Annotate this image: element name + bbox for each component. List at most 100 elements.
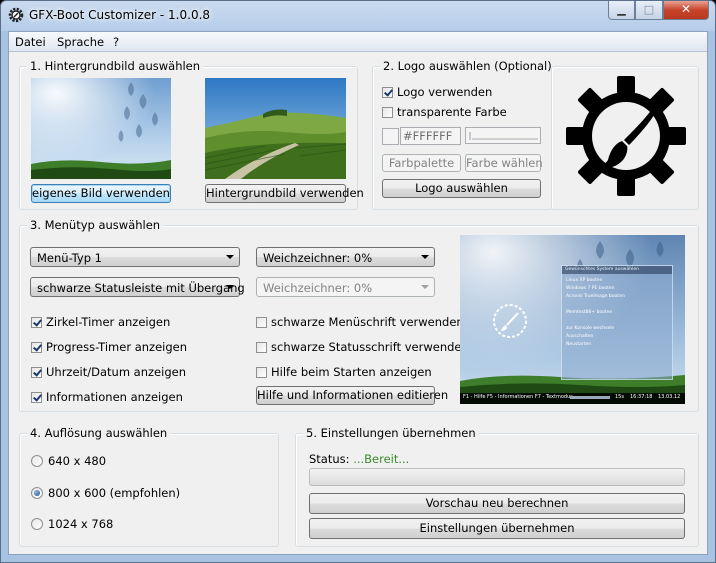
preview-status-help: F1 - Hilfe F5 - Informationen F7 - Textm…: [463, 394, 573, 400]
minimize-button[interactable]: ▁: [608, 1, 635, 20]
logo-group: 2. Logo auswählen (Optional) Logo verwen…: [372, 59, 555, 210]
menu-sprache[interactable]: Sprache: [57, 35, 104, 49]
pick-color-button[interactable]: Farbe wählen: [465, 154, 543, 172]
close-button[interactable]: ✕: [663, 1, 709, 20]
progress-timer-check-box: [31, 341, 42, 353]
status-value: ...Bereit...: [353, 452, 410, 466]
resolution-640-radio[interactable]: 640 x 480: [31, 454, 106, 468]
app-gear-icon: [8, 7, 24, 23]
chevron-down-icon: [421, 285, 429, 289]
blur-select-1[interactable]: Weichzeichner: 0%: [256, 247, 435, 267]
preview-status-time: 16:37:18: [630, 394, 653, 400]
black-status-font-checkbox[interactable]: schwarze Statusschrift verwenden: [256, 340, 469, 354]
use-logo-label: Logo verwenden: [397, 85, 493, 99]
preview-menu-item: Neustarten: [566, 342, 592, 347]
resolution-640-radio-dot: [31, 455, 43, 467]
menu-datei[interactable]: Datei: [15, 35, 46, 49]
preview-menu-item: zur Konsole wechseln: [566, 326, 615, 331]
circle-timer-label: Zirkel-Timer anzeigen: [46, 315, 171, 329]
resolution-group: 4. Auflösung auswählen 640 x 480 800 x 6…: [19, 426, 279, 547]
apply-settings-button[interactable]: Einstellungen übernehmen: [309, 518, 685, 539]
transparency-slider[interactable]: [465, 127, 541, 144]
resolution-group-title: 4. Auflösung auswählen: [27, 426, 171, 440]
progress-timer-label: Progress-Timer anzeigen: [46, 340, 188, 354]
maximize-icon: □: [643, 3, 655, 16]
main-window: GFX-Boot Customizer - 1.0.0.8 ▁ □ ✕ Date…: [0, 0, 716, 563]
client-area: Datei Sprache ? 1. Hintergrundbild auswä…: [8, 31, 708, 555]
black-menu-font-check-box: [256, 316, 267, 328]
resolution-1024-radio[interactable]: 1024 x 768: [31, 517, 113, 531]
preview-status-date: 13.03.12: [658, 394, 681, 400]
show-info-checkbox[interactable]: Informationen anzeigen: [31, 390, 183, 404]
show-info-check-box: [31, 391, 42, 403]
chevron-down-icon: [226, 255, 234, 259]
background-image-button[interactable]: Hintergrundbild verwenden: [205, 184, 364, 203]
blur-2-value: Weichzeichner: 0%: [263, 281, 373, 295]
window-title: GFX-Boot Customizer - 1.0.0.8: [29, 8, 211, 22]
black-status-font-check-box: [256, 341, 267, 353]
apply-group-title: 5. Einstellungen übernehmen: [303, 426, 479, 440]
use-logo-checkbox[interactable]: Logo verwenden: [382, 85, 492, 99]
menu-type-value: Menü-Typ 1: [37, 251, 102, 265]
logo-group-title: 2. Logo auswählen (Optional): [380, 59, 555, 73]
circle-timer-checkbox[interactable]: Zirkel-Timer anzeigen: [31, 315, 170, 329]
preview-menu-item: Ausschalten: [566, 334, 594, 339]
preview-menu-item: Windows 7 PE booten: [566, 286, 615, 291]
logo-preview-icon: [566, 76, 686, 196]
recalculate-preview-button[interactable]: Vorschau neu berechnen: [309, 493, 685, 514]
circle-timer-check-box: [31, 316, 42, 328]
own-image-button[interactable]: eigenes Bild verwenden: [31, 184, 171, 203]
palette-button[interactable]: Farbpalette: [382, 154, 461, 172]
menu-help[interactable]: ?: [113, 35, 119, 49]
title-bar[interactable]: GFX-Boot Customizer - 1.0.0.8 ▁ □ ✕: [1, 1, 715, 31]
use-logo-check-box: [382, 86, 393, 98]
minimize-icon: ▁: [617, 3, 626, 16]
progress-timer-checkbox[interactable]: Progress-Timer anzeigen: [31, 340, 187, 354]
resolution-800-label: 800 x 600 (empfohlen): [48, 486, 181, 500]
help-on-start-checkbox[interactable]: Hilfe beim Starten anzeigen: [256, 365, 432, 379]
boot-menu-preview: Gewünschtes System auswählen Linux XP bo…: [460, 235, 685, 404]
preview-menu-item: [566, 301, 668, 309]
preview-menu-item: [566, 317, 668, 325]
select-logo-button[interactable]: Logo auswählen: [382, 179, 541, 198]
preview-menu-item: Acronis TrueImage booten: [566, 294, 625, 299]
black-menu-font-checkbox[interactable]: schwarze Menüschrift verwenden: [256, 315, 464, 329]
clock-date-label: Uhrzeit/Datum anzeigen: [46, 365, 186, 379]
resolution-800-radio[interactable]: 800 x 600 (empfohlen): [31, 486, 180, 500]
menu-type-select[interactable]: Menü-Typ 1: [30, 247, 240, 267]
background-group-title: 1. Hintergrundbild auswählen: [27, 59, 204, 73]
statusbar-value: schwarze Statusleiste mit Übergang: [37, 281, 245, 295]
color-hex-field[interactable]: #FFFFFF: [400, 127, 461, 145]
apply-group: 5. Einstellungen übernehmen Status: ...B…: [295, 426, 699, 547]
resolution-1024-radio-dot: [31, 518, 43, 530]
preview-progress-bar: [570, 396, 610, 399]
background-image-thumbnail: [205, 78, 346, 179]
edit-help-button[interactable]: Hilfe und Informationen editieren: [256, 386, 448, 405]
blur-select-2[interactable]: Weichzeichner: 0%: [256, 277, 435, 297]
resolution-800-radio-dot: [31, 487, 43, 499]
transparent-color-checkbox[interactable]: transparente Farbe: [382, 105, 507, 119]
blur-1-value: Weichzeichner: 0%: [263, 251, 373, 265]
chevron-down-icon: [421, 255, 429, 259]
black-menu-font-label: schwarze Menüschrift verwenden: [271, 315, 464, 329]
menu-type-group: 3. Menütyp auswählen Menü-Typ 1 Weichzei…: [19, 218, 699, 412]
resolution-1024-label: 1024 x 768: [48, 517, 114, 531]
menu-bar: Datei Sprache ?: [9, 32, 707, 52]
statusbar-select[interactable]: schwarze Statusleiste mit Übergang: [30, 277, 245, 297]
status-line: Status: ...Bereit...: [309, 452, 409, 466]
preview-menu-item: Linux XP booten: [566, 278, 603, 283]
transparent-color-check-box: [382, 106, 393, 118]
help-on-start-label: Hilfe beim Starten anzeigen: [271, 365, 432, 379]
color-swatch[interactable]: [382, 128, 399, 145]
maximize-button[interactable]: □: [635, 1, 663, 20]
help-on-start-check-box: [256, 366, 267, 378]
preview-menu-box: Gewünschtes System auswählen Linux XP bo…: [561, 265, 673, 380]
own-image-thumbnail: [31, 78, 171, 179]
black-status-font-label: schwarze Statusschrift verwenden: [271, 340, 469, 354]
preview-menu-header: Gewünschtes System auswählen: [562, 266, 672, 274]
resolution-640-label: 640 x 480: [48, 454, 107, 468]
clock-date-checkbox[interactable]: Uhrzeit/Datum anzeigen: [31, 365, 186, 379]
menu-type-group-title: 3. Menütyp auswählen: [27, 218, 164, 232]
background-group: 1. Hintergrundbild auswählen eigenes Bil…: [19, 59, 364, 210]
close-icon: ✕: [680, 2, 692, 16]
